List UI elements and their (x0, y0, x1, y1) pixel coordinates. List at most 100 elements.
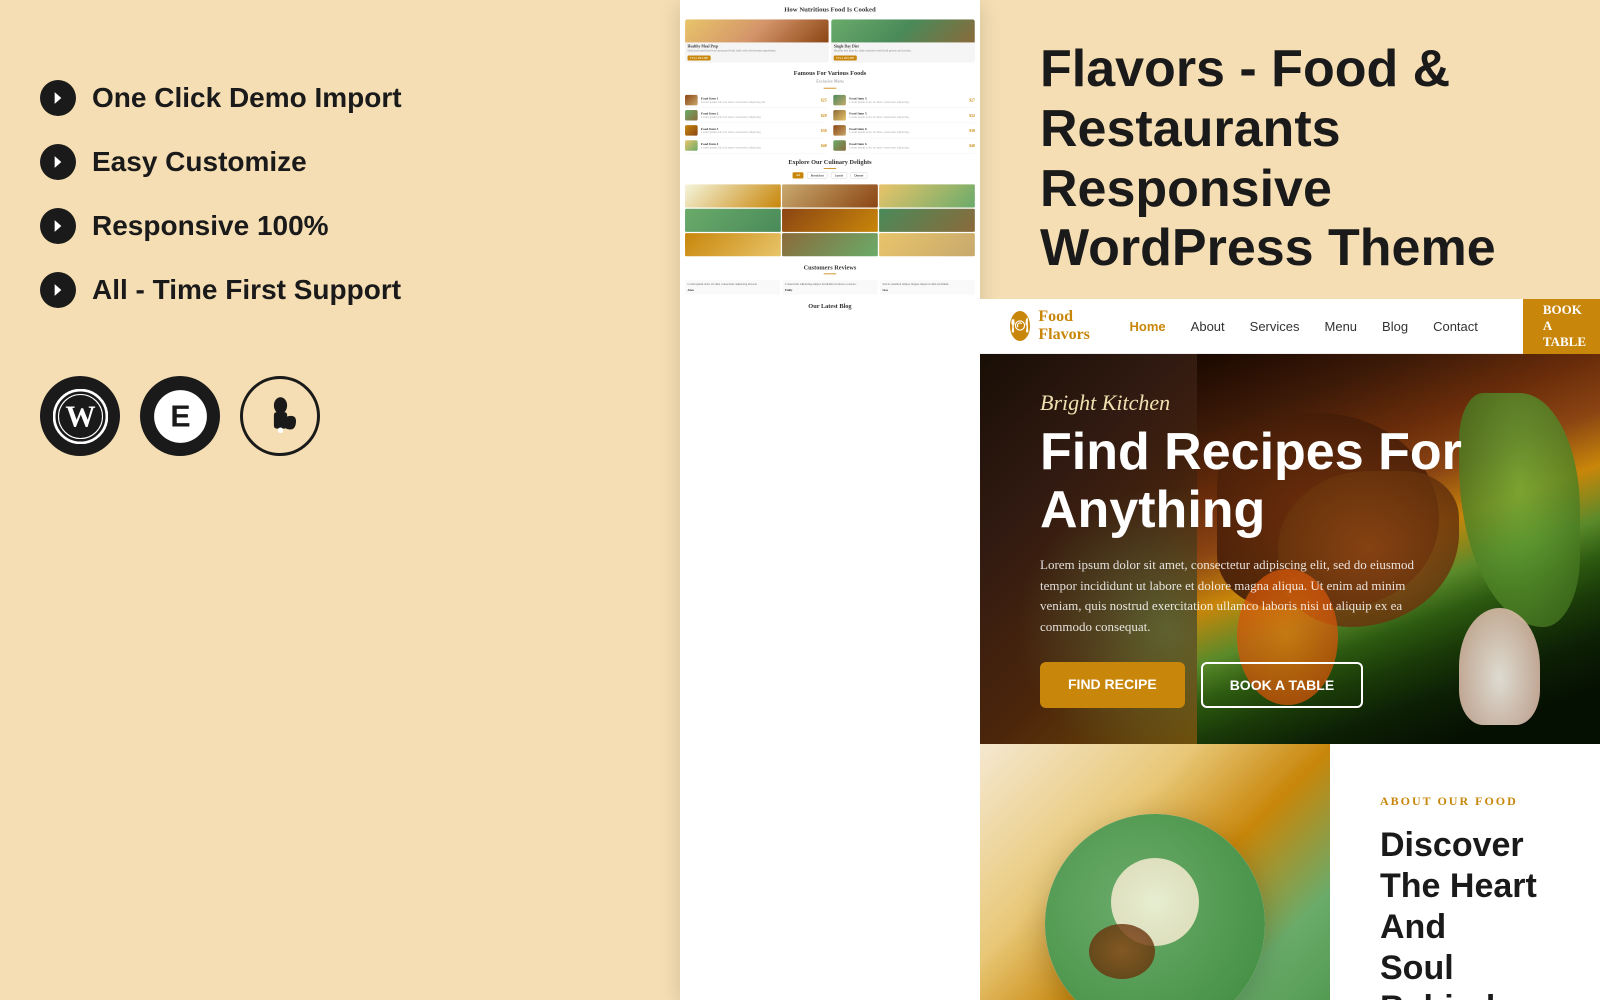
gallery-item-2 (782, 184, 878, 207)
title-area: Flavors - Food & RestaurantsResponsive W… (980, 0, 1600, 299)
menu-item-8: Food Item 6 Lorem ipsum dolor sit amet c… (833, 138, 975, 153)
menu-img-4 (685, 140, 698, 151)
gallery-tab-dinner[interactable]: Dinner (850, 172, 867, 178)
gallery-tab-breakfast[interactable]: Breakfast (807, 172, 827, 178)
gallery-item-6 (879, 209, 975, 232)
menu-img-2 (685, 110, 698, 121)
card-name-2: Single Day Diet (834, 44, 973, 48)
preview-menu: Food Item 1 Lorem ipsum dolor sit amet c… (680, 93, 980, 153)
card-name-1: Healthy Meal Prep (688, 44, 827, 48)
website-nav: 🍽 Food Flavors Home About Services Menu … (980, 299, 1600, 354)
menu-img-7 (833, 125, 846, 135)
menu-price-2: $29 (821, 113, 827, 117)
nav-cta-button[interactable]: BOOK A TABLE (1523, 299, 1600, 360)
about-content: ABOUT OUR FOOD Discover The Heart AndSou… (1330, 744, 1600, 1000)
gallery-item-5 (782, 209, 878, 232)
tech-logos: W E (40, 376, 320, 456)
feature-item: One Click Demo Import (40, 80, 402, 116)
review-3: Sed do eiusmod tempor magna aliqua ut en… (880, 280, 975, 294)
menu-item-7: Food Item 6 Lorem ipsum dolor sit amet c… (833, 123, 975, 138)
gallery-tab-lunch[interactable]: Lunch (831, 172, 847, 178)
hero-subtitle: Bright Kitchen (1040, 390, 1462, 416)
nav-link-menu[interactable]: Menu (1325, 319, 1358, 334)
nav-link-contact[interactable]: Contact (1433, 319, 1478, 334)
preview-gallery (680, 182, 980, 259)
hero-buttons: FIND RECIPE BOOK A TABLE (1040, 662, 1462, 708)
feature-text-support: All - Time First Support (92, 274, 401, 306)
preview-section4-title: Customers Reviews (680, 265, 980, 272)
feature-item: Responsive 100% (40, 208, 402, 244)
preview-section2-title: Famous For Various Foods (680, 70, 980, 77)
menu-price-4: $40 (821, 143, 827, 147)
nav-link-home[interactable]: Home (1130, 319, 1166, 334)
about-image-area (980, 744, 1330, 1000)
about-title: Discover The Heart AndSoul Behind Our De… (1380, 825, 1550, 1000)
menu-desc-1: Lorem ipsum dolor sit amet consectetur a… (701, 100, 818, 103)
menu-desc-8: Lorem ipsum dolor sit amet consectetur a… (849, 146, 966, 149)
review-author-3: Lisa (882, 288, 972, 291)
book-table-hero-button[interactable]: BOOK A TABLE (1201, 662, 1363, 708)
review-text-2: Consectetur adipiscing tempor incididunt… (785, 283, 875, 287)
menu-img-8 (833, 140, 846, 151)
about-section: ABOUT OUR FOOD Discover The Heart AndSou… (980, 744, 1600, 1000)
preview-card-1: Healthy Meal Prep Delicious nutritious b… (685, 19, 829, 62)
hero-bowl (1459, 608, 1540, 725)
card-btn-2[interactable]: FULL RECIPE (834, 55, 857, 60)
card-img-salad (831, 19, 975, 42)
wordpress-logo: W (40, 376, 120, 456)
review-2: Consectetur adipiscing tempor incididunt… (782, 280, 877, 294)
gallery-item-1 (685, 184, 781, 207)
menu-desc-6: Lorem ipsum dolor sit amet consectetur a… (849, 116, 966, 119)
find-recipe-button[interactable]: FIND RECIPE (1040, 662, 1185, 708)
menu-desc-7: Lorem ipsum dolor sit amet consectetur a… (849, 131, 966, 134)
menu-desc-4: Lorem ipsum dolor sit amet consectetur a… (701, 146, 818, 149)
gallery-item-8 (782, 233, 878, 256)
hero-content: Bright Kitchen Find Recipes ForAnything … (1040, 390, 1462, 708)
gallery-item-9 (879, 233, 975, 256)
menu-price-6: $32 (969, 113, 975, 117)
menu-item-6: Food Item 5 Lorem ipsum dolor sit amet c… (833, 108, 975, 123)
menu-img-5 (833, 95, 846, 106)
card-img-bowl (685, 19, 829, 42)
menu-img-1 (685, 95, 698, 106)
preview-section3-title: Explore Our Culinary Delights (680, 159, 980, 166)
hero-description: Lorem ipsum dolor sit amet, consectetur … (1040, 555, 1420, 638)
menu-price-7: $30 (969, 128, 975, 132)
nav-links: Home About Services Menu Blog Contact BO… (1130, 299, 1600, 360)
about-label: ABOUT OUR FOOD (1380, 794, 1550, 809)
hero-section: Bright Kitchen Find Recipes ForAnything … (980, 354, 1600, 744)
gallery-tab-all[interactable]: All (793, 172, 804, 178)
menu-item-3: Food Item 3 Lorem ipsum dolor sit amet c… (685, 123, 827, 138)
card-desc-2: Healthy diet plan for daily nutrition wi… (834, 49, 973, 52)
menu-img-3 (685, 125, 698, 135)
arrow-icon (40, 144, 76, 180)
preview-card-2: Single Day Diet Healthy diet plan for da… (831, 19, 975, 62)
feature-item: All - Time First Support (40, 272, 402, 308)
menu-price-3: $30 (821, 128, 827, 132)
menu-desc-2: Lorem ipsum dolor sit amet consectetur a… (701, 116, 818, 119)
logo-text: Food Flavors (1038, 308, 1099, 344)
arrow-icon (40, 272, 76, 308)
preview-content: How Nutritious Food Is Cooked Healthy Me… (680, 0, 980, 318)
gallery-item-4 (685, 209, 781, 232)
menu-price-5: $27 (969, 98, 975, 102)
card-btn-1[interactable]: FULL RECIPE (688, 55, 711, 60)
nav-link-about[interactable]: About (1191, 319, 1225, 334)
preview-section2-sub: Exclusive Menu (680, 79, 980, 84)
preview-reviews: Lorem ipsum dolor sit amet consectetur a… (680, 278, 980, 297)
menu-desc-3: Lorem ipsum dolor sit amet consectetur a… (701, 131, 818, 134)
arrow-icon (40, 208, 76, 244)
touch-logo (240, 376, 320, 456)
preview-section1-title: How Nutritious Food Is Cooked (784, 6, 875, 14)
menu-item-1: Food Item 1 Lorem ipsum dolor sit amet c… (685, 93, 827, 108)
review-author-1: Alan (688, 288, 778, 291)
feature-text-one-click: One Click Demo Import (92, 82, 402, 114)
menu-img-6 (833, 110, 846, 121)
menu-price-8: $40 (969, 143, 975, 147)
page-title: Flavors - Food & RestaurantsResponsive W… (1040, 40, 1540, 279)
feature-text-easy: Easy Customize (92, 146, 307, 178)
nav-link-blog[interactable]: Blog (1382, 319, 1408, 334)
hero-title: Find Recipes ForAnything (1040, 424, 1462, 538)
nav-link-services[interactable]: Services (1250, 319, 1300, 334)
card-desc-1: Delicious nutritious bowl prepared fresh… (688, 49, 827, 52)
